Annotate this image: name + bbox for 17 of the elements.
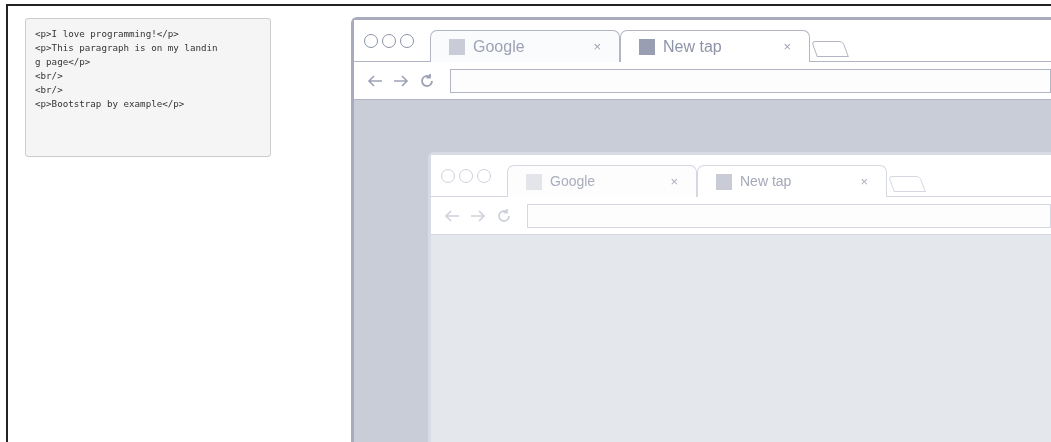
- reload-icon[interactable]: [418, 71, 436, 90]
- close-tab-icon[interactable]: ×: [860, 171, 868, 192]
- reload-icon[interactable]: [495, 206, 513, 225]
- page-icon: [526, 173, 542, 190]
- page-icon: [716, 173, 732, 190]
- browser-tab[interactable]: New tap ×: [620, 30, 810, 62]
- close-tab-icon[interactable]: ×: [593, 36, 601, 57]
- close-tab-icon[interactable]: ×: [670, 171, 678, 192]
- page-icon: [639, 38, 655, 55]
- code-block: <p>I love programming!</p> <p>This paragraph is on my landin g page</p> <br/> <br/> <p>Bootstrap by example</p>: [25, 18, 271, 157]
- address-bar[interactable]: [527, 203, 1051, 228]
- close-tab-icon[interactable]: ×: [783, 36, 791, 57]
- browser-tab[interactable]: Google ×: [430, 30, 620, 62]
- address-bar[interactable]: [450, 68, 1051, 93]
- page-icon: [449, 38, 465, 55]
- browser-tab[interactable]: New tap ×: [697, 165, 887, 197]
- browser-tab[interactable]: Google ×: [507, 165, 697, 197]
